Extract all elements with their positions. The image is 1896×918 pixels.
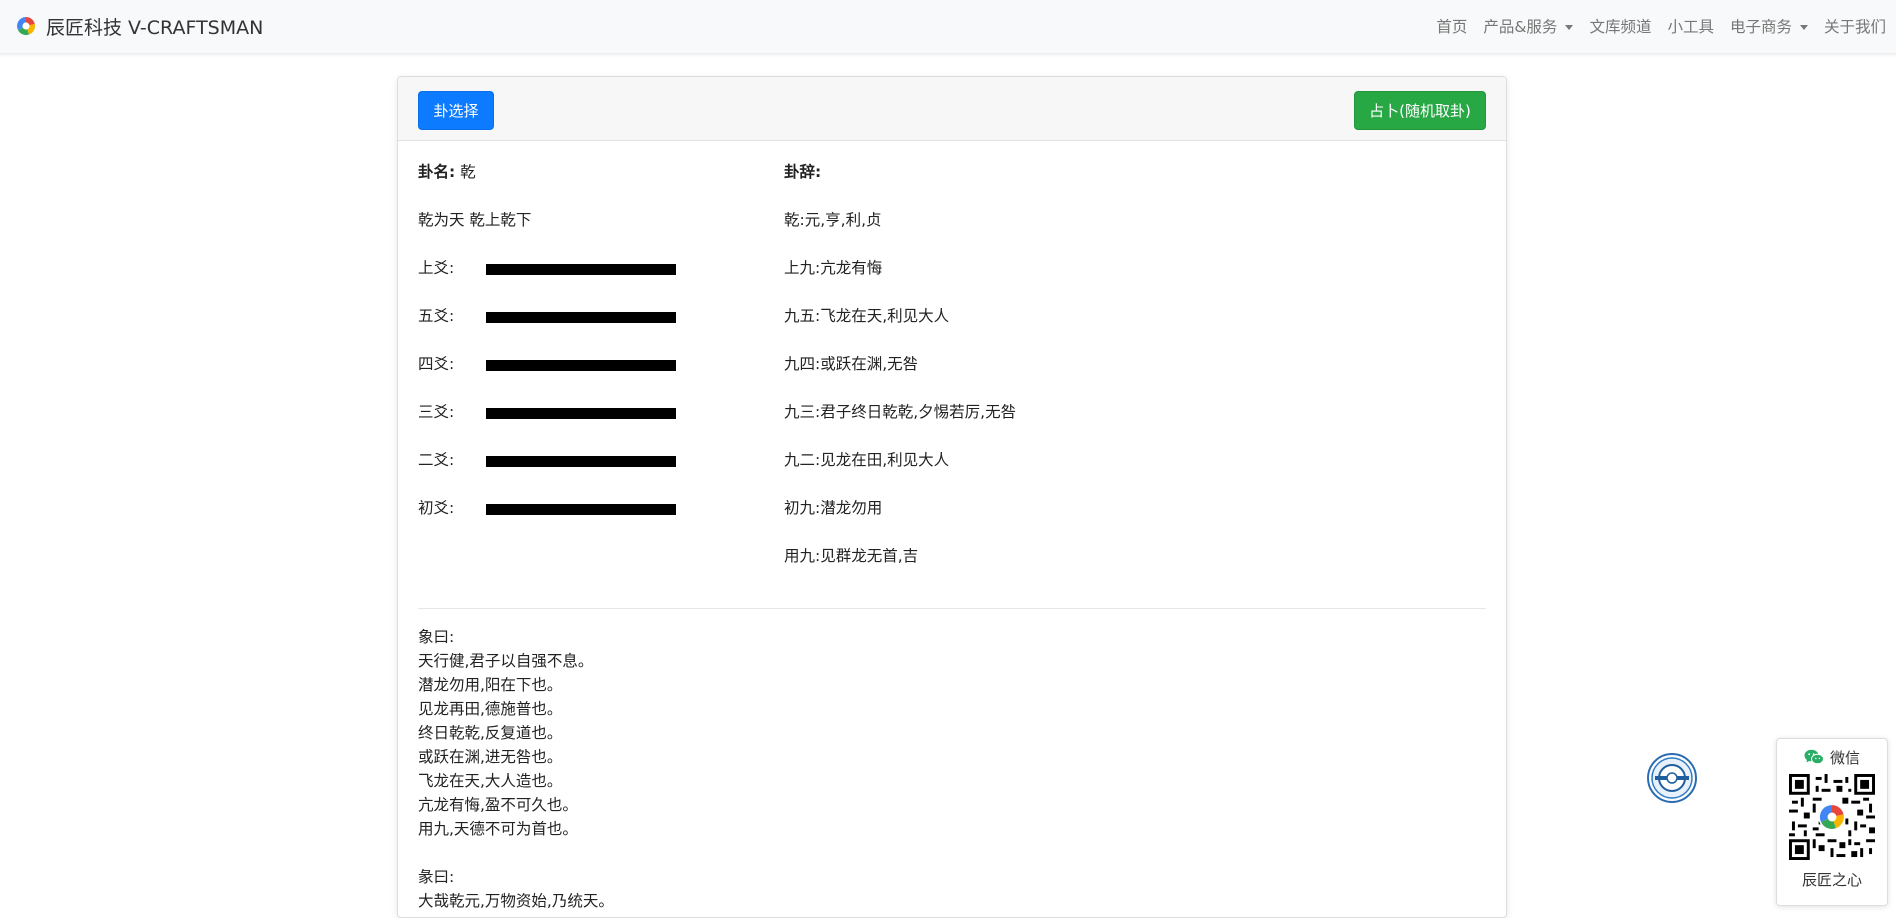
yao-label: 三爻: [418, 403, 455, 421]
nav-item-tools[interactable]: 小工具 [1667, 15, 1714, 37]
wechat-header: 微信 [1777, 745, 1887, 769]
xiang-line: 或跃在渊,进无咎也。 [418, 748, 563, 766]
xiang-line: 飞龙在天,大人造也。 [418, 772, 563, 790]
nav-item-label: 小工具 [1667, 18, 1714, 36]
nav-item-ecommerce-dropdown[interactable]: 电子商务 [1730, 15, 1808, 37]
wechat-title: 微信 [1829, 748, 1860, 767]
gua-name-value: 乾 [460, 163, 476, 181]
wechat-icon [1804, 749, 1824, 765]
wechat-caption: 辰匠之心 [1801, 871, 1862, 889]
guaci-line: 上九:亢龙有悔 [784, 259, 883, 277]
xiang-line: 潜龙勿用,阳在下也。 [418, 676, 563, 694]
yao-row: 五爻: [418, 306, 688, 328]
yao-label: 四爻: [418, 355, 455, 373]
yang-line [486, 408, 676, 419]
nav-item-library[interactable]: 文库频道 [1589, 15, 1651, 37]
guaci-line: 九二:见龙在田,利见大人 [784, 451, 950, 469]
guaci-line: 用九:见群龙无首,吉 [784, 547, 919, 565]
nav-item-about[interactable]: 关于我们 [1824, 15, 1886, 37]
random-divine-button[interactable]: 占卜(随机取卦) [1354, 91, 1486, 130]
guaci-line: 九五:飞龙在天,利见大人 [784, 307, 950, 325]
xiang-line: 彖曰: [418, 868, 455, 886]
xiang-line: 用九,天德不可为首也。 [418, 820, 578, 838]
xiang-line: 象曰: [418, 628, 455, 646]
yang-line [486, 264, 676, 275]
nav-item-label: 关于我们 [1823, 18, 1886, 36]
guaci-line: 九三:君子终日乾乾,夕惕若厉,无咎 [784, 403, 1017, 421]
yang-line [486, 504, 676, 515]
nav-menu: 首页 产品&服务 文库频道 小工具 电子商务 关于我们 [1420, 0, 1886, 52]
nav-item-products-dropdown[interactable]: 产品&服务 [1483, 15, 1574, 37]
xiang-line: 见龙再田,德施普也。 [418, 700, 563, 718]
xiang-line: 大哉乾元,万物资始,乃统天。 [418, 892, 614, 910]
qr-code-icon [1789, 774, 1875, 860]
gua-name-row: 卦名: 乾 [418, 162, 476, 182]
nav-item-label: 产品&服务 [1483, 18, 1558, 36]
guaci-line: 初九:潜龙勿用 [784, 499, 883, 517]
guaci-line: 九四:或跃在渊,无咎 [784, 355, 919, 373]
hexagram-select-button[interactable]: 卦选择 [418, 91, 494, 130]
card-header: 卦选择 占卜(随机取卦) [398, 77, 1506, 141]
caret-down-icon [1799, 24, 1808, 30]
xiang-line: 终日乾乾,反复道也。 [418, 724, 563, 742]
yao-label: 上爻: [418, 259, 455, 277]
guaci-label: 卦辞: [784, 163, 822, 181]
yao-label: 初爻: [418, 499, 455, 517]
yao-row: 二爻: [418, 450, 688, 472]
xiang-line: 亢龙有悔,盈不可久也。 [418, 796, 578, 814]
yao-row: 初爻: [418, 498, 688, 520]
section-divider [418, 608, 1486, 609]
yao-row: 上爻: [418, 258, 688, 280]
gua-full-name: 乾为天 乾上乾下 [418, 211, 532, 229]
yang-line [486, 312, 676, 323]
yang-line [486, 456, 676, 467]
nav-item-label: 文库频道 [1589, 18, 1652, 36]
yao-row: 四爻: [418, 354, 688, 376]
brand-link[interactable]: 辰匠科技 V-CRAFTSMAN [16, 13, 263, 39]
wechat-panel: 微信 辰匠之心 [1776, 738, 1888, 906]
yang-line [486, 360, 676, 371]
yao-label: 二爻: [418, 451, 455, 469]
nav-item-label: 电子商务 [1729, 18, 1792, 36]
yao-row: 三爻: [418, 402, 688, 424]
nav-item-home[interactable]: 首页 [1436, 15, 1467, 37]
nav-item-label: 首页 [1436, 18, 1468, 36]
brand-name: 辰匠科技 V-CRAFTSMAN [46, 16, 264, 39]
top-navbar: 辰匠科技 V-CRAFTSMAN 首页 产品&服务 文库频道 小工具 电子商务 … [0, 0, 1896, 54]
guaci-line: 乾:元,亨,利,贞 [784, 211, 882, 229]
floating-badge-icon[interactable] [1647, 753, 1697, 803]
yao-label: 五爻: [418, 307, 455, 325]
hexagram-card: 卦选择 占卜(随机取卦) 卦名: 乾 乾为天 乾上乾下 上爻: 五爻: 四爻: … [397, 76, 1507, 918]
caret-down-icon [1565, 24, 1574, 30]
gua-name-label: 卦名: [418, 163, 456, 181]
xiang-line: 天行健,君子以自强不息。 [418, 652, 594, 670]
brand-logo-icon [17, 16, 36, 35]
